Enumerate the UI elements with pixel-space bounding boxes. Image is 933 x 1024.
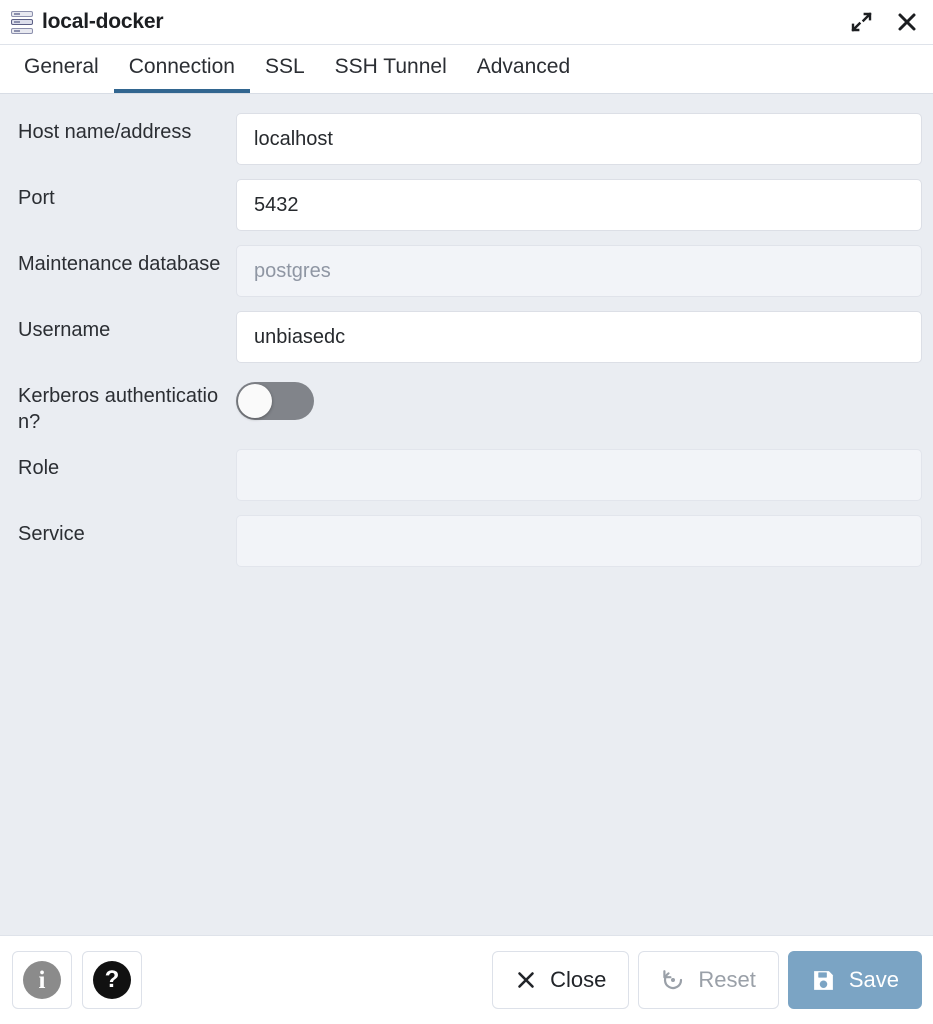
save-button-label: Save [848, 967, 899, 992]
tab-ssl[interactable]: SSL [250, 45, 320, 93]
connection-dialog: local-docker General Connection SSL SSH … [0, 0, 933, 1024]
field-row-service: Service [18, 515, 922, 567]
maintenance-database-control [236, 245, 922, 297]
kerberos-label: Kerberos authentication? [18, 385, 219, 433]
close-x-icon [898, 13, 916, 31]
port-label: Port [18, 187, 55, 209]
host-label: Host name/address [18, 121, 192, 143]
close-dialog-button[interactable]: Close [492, 951, 630, 1009]
connection-form: Host name/address Port Maintenance datab… [0, 94, 933, 935]
field-row-host: Host name/address [18, 113, 922, 165]
service-label: Service [18, 523, 85, 545]
window-controls [849, 10, 919, 34]
reset-button[interactable]: Reset [638, 951, 779, 1009]
title-bar-left: local-docker [11, 10, 849, 34]
port-input[interactable] [236, 179, 922, 231]
tab-ssh-tunnel[interactable]: SSH Tunnel [320, 45, 462, 93]
save-button[interactable]: Save [787, 951, 922, 1009]
window-title: local-docker [42, 10, 164, 33]
username-label: Username [18, 319, 111, 341]
server-stack-icon [11, 10, 33, 34]
info-icon: i [23, 961, 61, 999]
field-row-maintenance-database: Maintenance database [18, 245, 922, 297]
maximize-button[interactable] [849, 10, 873, 34]
username-input[interactable] [236, 311, 922, 363]
toggle-knob [238, 384, 272, 418]
maintenance-database-label: Maintenance database [18, 253, 221, 275]
kerberos-toggle[interactable] [236, 382, 314, 420]
info-button[interactable]: i [12, 951, 72, 1009]
dialog-footer: i ? Close Reset Save [0, 935, 933, 1024]
reset-circular-arrow-icon [661, 968, 685, 992]
service-control [236, 515, 922, 567]
username-control [236, 311, 922, 363]
tab-bar: General Connection SSL SSH Tunnel Advanc… [0, 45, 933, 94]
help-button[interactable]: ? [82, 951, 142, 1009]
tab-connection[interactable]: Connection [113, 45, 250, 93]
close-x-icon [515, 969, 537, 991]
service-input[interactable] [236, 515, 922, 567]
close-button-label: Close [550, 967, 607, 992]
close-button[interactable] [895, 10, 919, 34]
floppy-disk-save-icon [811, 968, 836, 993]
field-row-kerberos: Kerberos authentication? [18, 377, 922, 435]
field-row-role: Role [18, 449, 922, 501]
expand-diagonal-icon [851, 12, 872, 32]
field-row-port: Port [18, 179, 922, 231]
footer-right-actions: Close Reset Save [492, 951, 922, 1009]
role-label: Role [18, 457, 60, 479]
role-control [236, 449, 922, 501]
kerberos-control [236, 377, 922, 420]
title-bar: local-docker [0, 0, 933, 45]
host-control [236, 113, 922, 165]
maintenance-database-input[interactable] [236, 245, 922, 297]
tab-advanced[interactable]: Advanced [462, 45, 585, 93]
field-row-username: Username [18, 311, 922, 363]
tab-general[interactable]: General [9, 45, 114, 93]
footer-left-actions: i ? [12, 951, 492, 1009]
host-input[interactable] [236, 113, 922, 165]
question-mark-icon: ? [93, 961, 131, 999]
reset-button-label: Reset [698, 967, 756, 992]
role-input[interactable] [236, 449, 922, 501]
port-control [236, 179, 922, 231]
